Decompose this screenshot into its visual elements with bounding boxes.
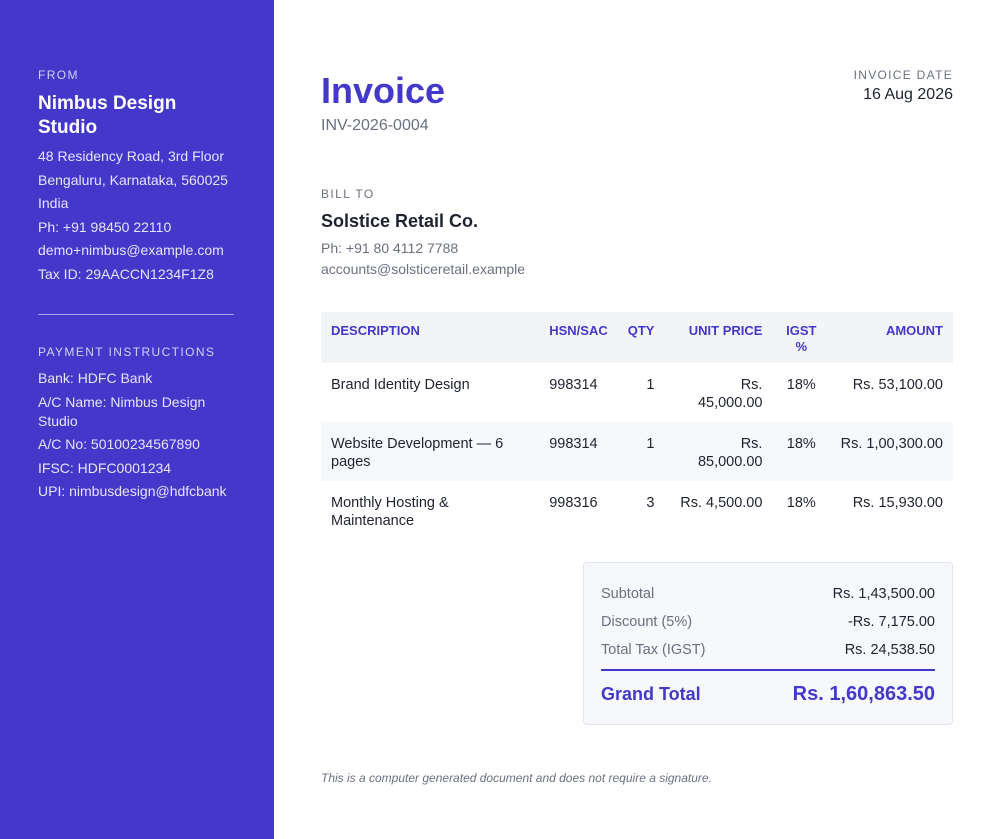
row-unit-price: Rs. 85,000.00 [664, 422, 773, 481]
payment-ifsc: IFSC: HDFC0001234 [38, 459, 172, 476]
sender-name: Nimbus Design Studio [38, 93, 177, 138]
sender-tax-id: Tax ID: 29AACCN1234F1Z8 [38, 265, 214, 282]
invoice-date: 16 Aug 2026 [863, 86, 953, 103]
row-igst: 18% [786, 495, 816, 511]
totals-divider [601, 669, 935, 671]
header-igst: IGST % [772, 312, 831, 363]
grand-total-value: Rs. 1,60,863.50 [792, 683, 935, 705]
sender-country: India [38, 195, 69, 211]
header-qty: QTY [617, 312, 665, 363]
tax-value: Rs. 24,538.50 [844, 642, 935, 658]
payment-upi: UPI: nimbusdesign@hdfcbank [38, 483, 227, 499]
row-amount: Rs. 1,00,300.00 [830, 422, 953, 481]
footer-note: This is a computer generated document an… [321, 771, 712, 785]
table-row: Brand Identity Design 998314 1 Rs. 45,00… [321, 363, 953, 422]
client-name: Solstice Retail Co. [321, 211, 479, 231]
header-amount: AMOUNT [830, 312, 953, 363]
header-unit-price: UNIT PRICE [664, 312, 773, 363]
row-qty: 1 [646, 377, 655, 393]
table-row: Website Development — 6 pages 998314 1 R… [321, 422, 953, 481]
client-phone: Ph: +91 80 4112 7788 [321, 240, 459, 256]
payment-account-number: A/C No: 50100234567890 [38, 436, 200, 452]
sender-address-line-2: Bengaluru, Karnataka, 560025 [38, 171, 228, 188]
from-label: FROM [38, 68, 79, 82]
subtotal-value: Rs. 1,43,500.00 [832, 586, 935, 602]
header-description: DESCRIPTION [321, 312, 540, 363]
sender-phone: Ph: +91 98450 22110 [38, 218, 172, 235]
subtotal-label: Subtotal [601, 586, 655, 602]
header-hsn: HSN/SAC [539, 312, 618, 363]
sender-email: demo+nimbus@example.com [38, 242, 224, 258]
sender-sidebar: FROM Nimbus Design Studio 48 Residency R… [0, 0, 274, 839]
invoice-body: Invoice INV-2026-0004 INVOICE DATE 16 Au… [321, 0, 953, 839]
row-description: Brand Identity Design [331, 377, 470, 393]
discount-label: Discount (5%) [601, 614, 693, 630]
row-igst: 18% [772, 422, 831, 481]
discount-value: -Rs. 7,175.00 [847, 614, 935, 630]
row-hsn: 998314 [539, 422, 618, 481]
payment-instructions-label: PAYMENT INSTRUCTIONS [38, 345, 216, 359]
table-header-row: DESCRIPTION HSN/SAC QTY UNIT PRICE IGST … [321, 312, 953, 363]
sidebar-divider [38, 314, 234, 315]
sender-address-line-1: 48 Residency Road, 3rd Floor [38, 148, 224, 164]
subtotal-row: Subtotal Rs. 1,43,500.00 [601, 585, 935, 603]
bill-to-section: BILL TO Solstice Retail Co. Ph: +91 80 4… [321, 187, 525, 280]
row-description: Website Development — 6 pages [321, 422, 540, 481]
row-hsn: 998314 [549, 377, 598, 393]
client-email: accounts@solsticeretail.example [321, 261, 526, 277]
row-qty: 3 [646, 495, 655, 511]
row-hsn: 998316 [549, 495, 598, 511]
row-qty: 1 [617, 422, 665, 481]
invoice-title: Invoice [321, 70, 446, 111]
tax-label: Total Tax (IGST) [601, 642, 706, 658]
grand-total-label: Grand Total [601, 684, 701, 704]
table-row: Monthly Hosting & Maintenance 998316 3 R… [321, 481, 953, 540]
row-amount: Rs. 15,930.00 [852, 495, 943, 511]
payment-account-name: A/C Name: Nimbus Design Studio [38, 393, 206, 429]
totals-box: Subtotal Rs. 1,43,500.00 Discount (5%) -… [583, 562, 953, 725]
grand-total-row: Grand Total Rs. 1,60,863.50 [601, 683, 935, 706]
discount-row: Discount (5%) -Rs. 7,175.00 [601, 613, 935, 631]
row-amount: Rs. 53,100.00 [852, 377, 943, 393]
row-igst: 18% [786, 377, 816, 393]
invoice-number: INV-2026-0004 [321, 117, 429, 134]
tax-row: Total Tax (IGST) Rs. 24,538.50 [601, 641, 935, 659]
line-items-table: DESCRIPTION HSN/SAC QTY UNIT PRICE IGST … [321, 312, 953, 540]
row-unit-price: Rs. 4,500.00 [680, 495, 763, 511]
invoice-date-label: INVOICE DATE [853, 68, 953, 82]
row-description: Monthly Hosting & Maintenance [331, 495, 449, 529]
bill-to-label: BILL TO [321, 187, 375, 201]
row-unit-price: Rs. 45,000.00 [697, 377, 763, 411]
payment-bank: Bank: HDFC Bank [38, 370, 153, 386]
invoice-date-block: INVOICE DATE 16 Aug 2026 [854, 68, 953, 104]
